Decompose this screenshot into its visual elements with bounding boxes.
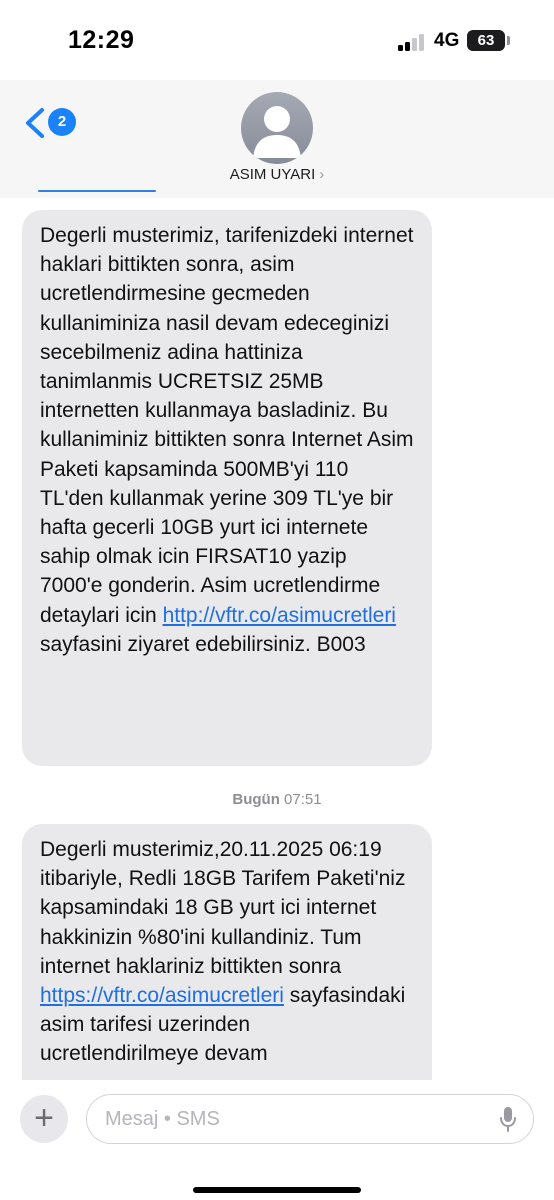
chevron-right-icon: › [319, 166, 325, 183]
contact-name: ASIM UYARI [229, 166, 316, 183]
add-attachment-button[interactable]: + [20, 1095, 68, 1143]
message-input-bar: + [0, 1080, 554, 1200]
chevron-left-icon [26, 108, 44, 138]
microphone-icon[interactable] [499, 1106, 517, 1134]
message-timestamp: Bugün 07:51 [0, 791, 554, 808]
conversation-header: 2 ASIM UYARI › [0, 80, 554, 198]
message-bubble[interactable]: Degerli musterimiz, tarifenizdeki intern… [22, 210, 432, 766]
message-link[interactable]: https://vftr.co/asimucretleri [40, 984, 284, 1007]
home-indicator [193, 1187, 361, 1193]
message-field[interactable] [86, 1094, 534, 1144]
status-time: 12:29 [68, 26, 135, 54]
battery-icon: 63 [467, 30, 505, 51]
scrolled-link-fragment [38, 190, 156, 192]
contact-name-button[interactable]: ASIM UYARI › [0, 166, 554, 183]
timestamp-time: 07:51 [284, 791, 322, 808]
back-button[interactable]: 2 [24, 106, 76, 138]
network-type: 4G [434, 30, 460, 51]
unread-count-badge: 2 [48, 108, 76, 136]
battery-tip [507, 36, 510, 45]
status-bar: 12:29 4G 63 [0, 0, 554, 80]
message-text: Degerli musterimiz, tarifenizdeki intern… [40, 224, 414, 656]
person-icon [253, 106, 301, 158]
contact-avatar[interactable] [241, 92, 313, 164]
cellular-signal-icon [398, 33, 428, 51]
message-input[interactable] [105, 1106, 485, 1132]
message-text: Degerli musterimiz,20.11.2025 06:19 itib… [40, 838, 406, 1066]
timestamp-day: Bugün [232, 791, 280, 808]
message-bubble[interactable]: Degerli musterimiz,20.11.2025 06:19 itib… [22, 824, 432, 1114]
message-link[interactable]: http://vftr.co/asimucretleri [163, 604, 396, 627]
